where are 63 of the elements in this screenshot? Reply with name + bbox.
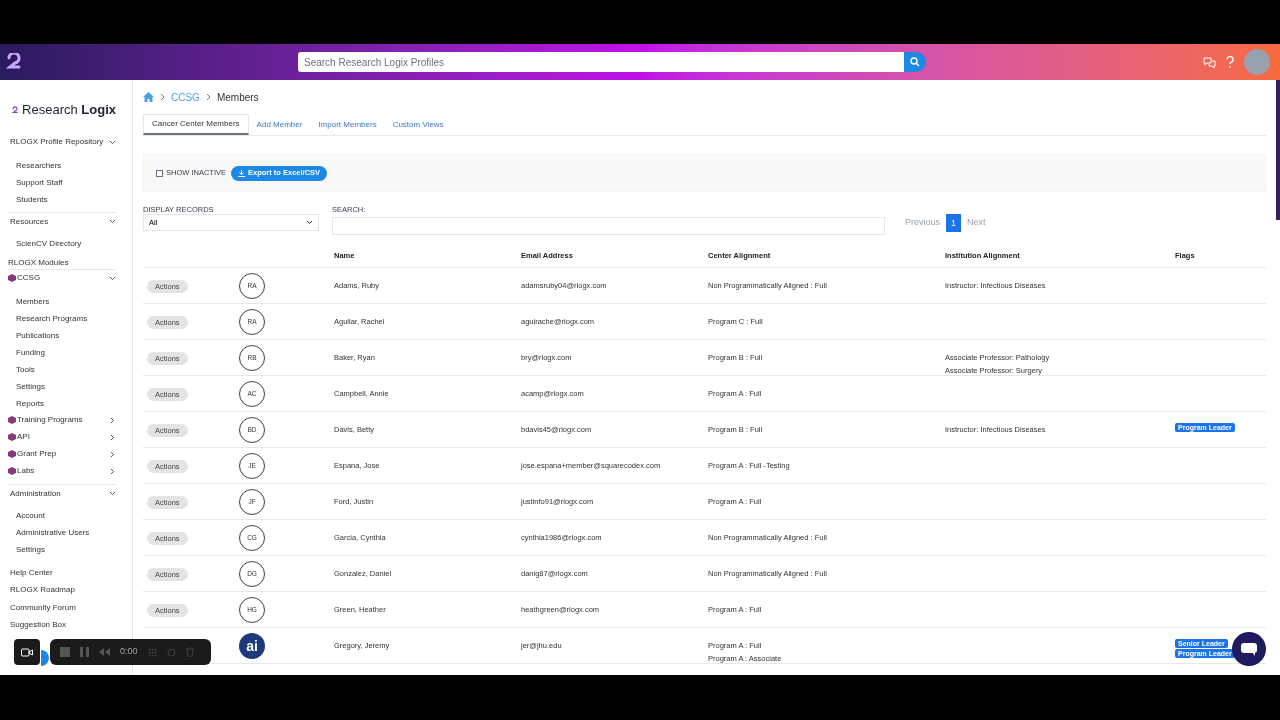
chevron-right-icon <box>205 93 211 101</box>
sidebar-item[interactable]: ScienCV Directory <box>8 234 116 252</box>
cube-icon <box>8 433 16 441</box>
cube-icon <box>8 450 16 458</box>
sidebar-link[interactable]: RLOGX Roadmap <box>8 581 116 599</box>
restart-icon[interactable] <box>166 647 176 657</box>
sidebar-item[interactable]: Research Programs <box>8 309 116 327</box>
tab[interactable]: Import Members <box>310 114 385 135</box>
sidebar-item[interactable]: Support Staff <box>8 173 116 191</box>
sidebar-link[interactable]: Suggestion Box <box>8 616 116 634</box>
tab[interactable]: Custom Views <box>384 114 452 135</box>
pause-icon[interactable] <box>80 647 89 657</box>
search-button[interactable] <box>904 52 926 72</box>
chat-bubble-icon <box>1241 642 1257 656</box>
table-search-field[interactable] <box>332 217 885 235</box>
tab[interactable]: Cancer Center Members <box>143 114 249 135</box>
sidebar-module[interactable]: Grant Prep <box>8 445 116 463</box>
sidebar-item[interactable]: Settings <box>8 540 116 558</box>
sidebar-link[interactable]: Community Forum <box>8 598 116 616</box>
video-camera-icon <box>21 647 33 657</box>
sidebar-module[interactable]: Labs <box>8 462 116 480</box>
breadcrumb-current: Members <box>216 90 259 105</box>
sidebar-item[interactable]: Researchers <box>8 156 116 174</box>
brand-name: Research Logix <box>22 101 116 119</box>
trash-icon[interactable] <box>185 647 194 657</box>
cube-icon <box>8 467 16 475</box>
help-icon[interactable] <box>1226 56 1234 68</box>
sidebar-section[interactable]: Administration <box>8 483 116 501</box>
sidebar-item[interactable]: Publications <box>8 326 116 344</box>
sidebar-item[interactable]: Administrative Users <box>8 523 116 541</box>
sidebar-module[interactable]: API <box>8 428 116 446</box>
chat-button[interactable] <box>1232 632 1266 666</box>
sidebar-heading: RLOGX Modules <box>8 255 116 270</box>
sidebar-item[interactable]: Reports <box>8 394 116 412</box>
home-icon[interactable] <box>143 92 154 102</box>
sidebar-link[interactable]: Help Center <box>8 563 116 581</box>
sidebar-item[interactable]: Members <box>8 292 116 310</box>
cube-icon <box>8 274 16 282</box>
sidebar-item[interactable]: Settings <box>8 377 116 395</box>
chat-icon[interactable] <box>1203 56 1216 68</box>
logo-icon[interactable] <box>6 53 22 71</box>
page-button[interactable]: 1 <box>946 214 962 232</box>
chevron-right-icon <box>160 93 165 101</box>
sidebar-item[interactable]: Students <box>8 190 116 208</box>
partial-button[interactable] <box>41 650 49 666</box>
avatar: ai <box>239 633 265 659</box>
search-icon <box>910 57 920 67</box>
sidebar-item[interactable]: Funding <box>8 343 116 361</box>
sidebar-section[interactable]: Resources <box>8 211 116 229</box>
download-icon <box>238 169 245 177</box>
tab[interactable]: Add Member <box>248 114 311 135</box>
sidebar-section[interactable]: RLOGX Profile Repository <box>8 133 116 151</box>
chevron-down-icon <box>306 220 313 225</box>
cube-icon <box>8 416 16 424</box>
recording-time: 0:00 <box>120 645 138 659</box>
grid-icon[interactable] <box>147 647 157 657</box>
sidebar-item[interactable]: Tools <box>8 360 116 378</box>
camera-button[interactable] <box>14 639 40 665</box>
rewind-icon[interactable] <box>99 648 110 656</box>
sidebar-module[interactable]: CCSG <box>8 269 116 287</box>
profile-search-field[interactable]: Search Research Logix Profiles <box>298 52 904 72</box>
sidebar-module[interactable]: Training Programs <box>8 411 116 429</box>
sidebar-item[interactable]: Account <box>8 506 116 524</box>
